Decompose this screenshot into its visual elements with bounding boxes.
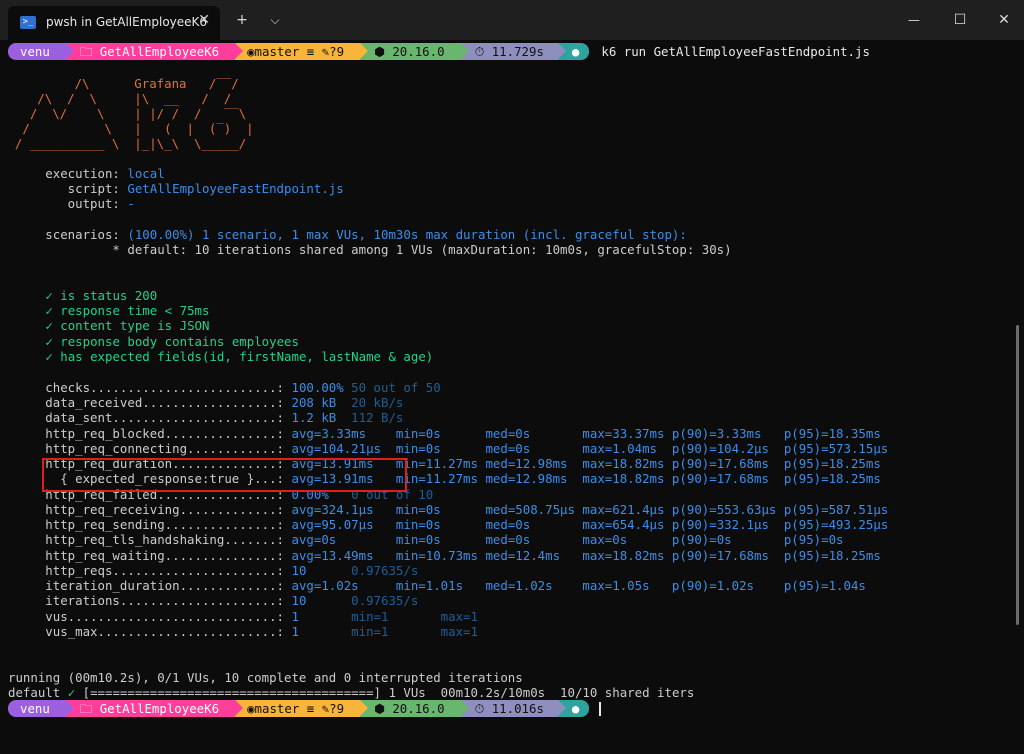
metric-row: checks.........................: 100.00%…: [8, 380, 441, 395]
prompt-node: ⬢ 20.16.0: [360, 43, 469, 60]
output-line: output: -: [8, 196, 135, 211]
folder-icon: 🗀: [79, 44, 100, 59]
timer-icon: ⏱: [474, 701, 492, 716]
powershell-icon: >_: [20, 16, 36, 29]
scrollbar[interactable]: [1016, 325, 1019, 625]
close-button[interactable]: ✕: [992, 10, 1016, 30]
metric-row: http_req_connecting............: avg=104…: [8, 441, 889, 456]
progress-line: default ✓ [=============================…: [8, 685, 695, 700]
check-item: ✓ content type is JSON: [45, 318, 210, 333]
timer-icon: ⏱: [474, 44, 492, 59]
running-status: running (00m10.2s), 0/1 VUs, 10 complete…: [8, 670, 523, 685]
script-line: script: GetAllEmployeeFastEndpoint.js: [8, 181, 344, 196]
k6-logo-line: /\ / \ |\ __ / /: [0, 91, 232, 106]
metric-row: data_received..................: 208 kB …: [8, 395, 404, 410]
prompt-dir: 🗀 GetAllEmployeeK6: [65, 43, 244, 60]
k6-logo-line: / \ | ( | (‾) |: [0, 121, 254, 136]
text-cursor: [599, 701, 602, 716]
command-text: k6 run GetAllEmployeeFastEndpoint.js: [601, 44, 870, 59]
metric-row: iterations.....................: 10 0.97…: [8, 593, 419, 608]
prompt-time: ⏱ 11.016s: [460, 700, 566, 717]
folder-icon: 🗀: [79, 701, 100, 716]
check-item: ✓ response time < 75ms: [45, 303, 210, 318]
k6-logo-line: / \/ \ | |/ / / ‾‾\: [0, 106, 247, 121]
prompt-line: venu 🗀 GetAllEmployeeK6 ◉master ≡ ✎?9 ⬢ …: [8, 700, 602, 717]
terminal-content[interactable]: venu 🗀 GetAllEmployeeK6 ◉master ≡ ✎?9 ⬢ …: [0, 40, 1019, 754]
k6-logo-line: /\ Grafana /‾‾/: [0, 76, 239, 91]
metric-row: http_reqs......................: 10 0.97…: [8, 563, 419, 578]
default-scenario-line: * default: 10 iterations shared among 1 …: [8, 242, 732, 257]
terminal-window: >_ pwsh in GetAllEmployeeK6 ✕ + ⌵ — ☐ ✕ …: [0, 0, 1024, 754]
prompt-dir: 🗀 GetAllEmployeeK6: [65, 700, 244, 717]
metric-row: http_req_tls_handshaking.......: avg=0s …: [8, 532, 844, 547]
github-icon: ◉: [247, 44, 255, 59]
metric-row: data_sent......................: 1.2 kB …: [8, 410, 404, 425]
maximize-button[interactable]: ☐: [948, 10, 972, 30]
prompt-line: venu 🗀 GetAllEmployeeK6 ◉master ≡ ✎?9 ⬢ …: [8, 43, 870, 60]
metric-row: vus_max........................: 1 min=1…: [8, 624, 478, 639]
prompt-node: ⬢ 20.16.0: [360, 700, 469, 717]
prompt-user: venu: [8, 700, 74, 717]
node-icon: ⬢: [374, 44, 393, 59]
prompt-git: ◉master ≡ ✎?9: [235, 700, 369, 717]
minimize-button[interactable]: —: [902, 10, 926, 30]
title-bar: >_ pwsh in GetAllEmployeeK6 ✕ + ⌵ — ☐ ✕: [0, 0, 1024, 40]
check-item: ✓ response body contains employees: [45, 334, 299, 349]
node-icon: ⬢: [374, 701, 393, 716]
metric-row: vus............................: 1 min=1…: [8, 609, 478, 624]
execution-line: execution: local: [8, 166, 165, 181]
check-item: ✓ is status 200: [45, 288, 158, 303]
scenarios-line: scenarios: (100.00%) 1 scenario, 1 max V…: [8, 227, 687, 242]
metric-row: http_req_sending...............: avg=95.…: [8, 517, 889, 532]
metric-row: http_req_waiting...............: avg=13.…: [8, 548, 881, 563]
tab-dropdown-button[interactable]: ⌵: [263, 10, 287, 30]
highlight-box: [42, 458, 407, 492]
check-item: ✓ has expected fields(id, firstName, las…: [45, 349, 434, 364]
github-icon: ◉: [247, 701, 255, 716]
tab-title: pwsh in GetAllEmployeeK6: [46, 15, 208, 29]
metric-row: iteration_duration.............: avg=1.0…: [8, 578, 866, 593]
metric-row: http_req_receiving.............: avg=324…: [8, 502, 889, 517]
new-tab-button[interactable]: +: [230, 10, 254, 30]
shell-icon: ●: [571, 701, 580, 716]
prompt-time: ⏱ 11.729s: [460, 43, 566, 60]
k6-logo-line: / __________ \ |_|\_\ \_____/: [0, 136, 247, 151]
tab-close-icon[interactable]: ✕: [198, 12, 210, 28]
prompt-user: venu: [8, 43, 74, 60]
prompt-git: ◉master ≡ ✎?9: [235, 43, 369, 60]
shell-icon: ●: [571, 44, 580, 59]
metric-row: http_req_blocked...............: avg=3.3…: [8, 426, 881, 441]
tab-pwsh[interactable]: >_ pwsh in GetAllEmployeeK6 ✕: [8, 6, 220, 40]
